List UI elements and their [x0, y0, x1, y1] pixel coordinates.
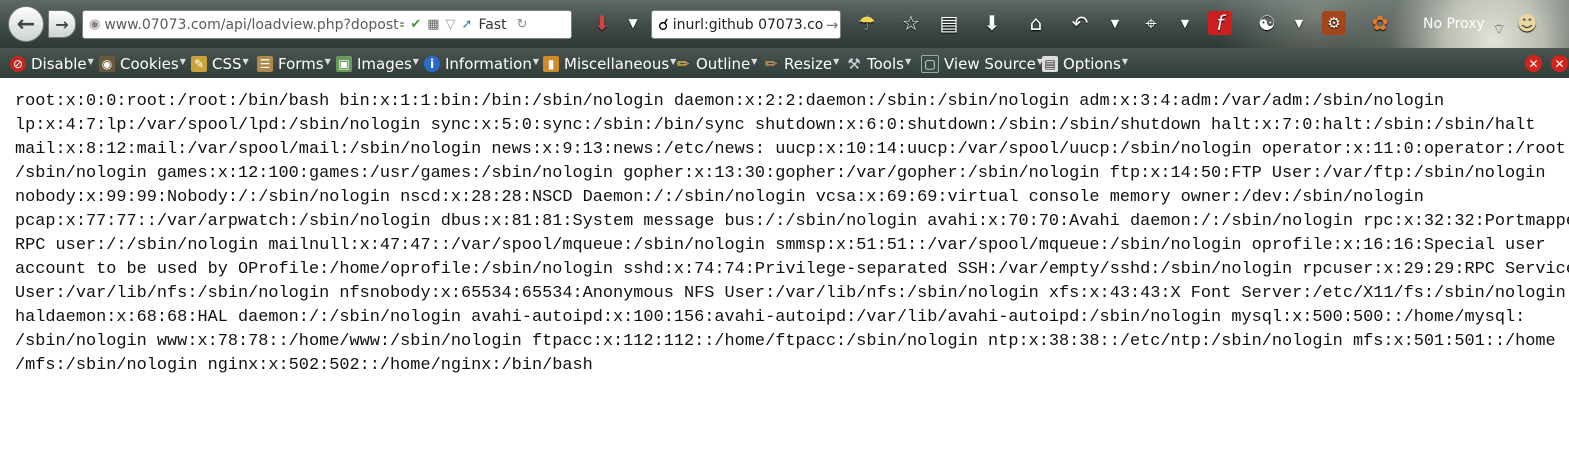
firebug-icon[interactable]: ✿	[1368, 11, 1392, 35]
devbar-information[interactable]: i Information ▼	[424, 54, 539, 74]
content-line: /sbin/nologin games:x:12:100:games:/usr/…	[15, 164, 1546, 183]
home-icon[interactable]: ⌂	[1024, 11, 1048, 35]
content-line: /mfs:/sbin/nologin nginx:x:502:502::/hom…	[15, 356, 593, 375]
fast-label[interactable]: Fast	[478, 17, 506, 33]
content-line: nobody:x:99:99:Nobody:/:/sbin/nologin ns…	[15, 188, 1424, 207]
content-line: /sbin/nologin www:x:78:78::/home/www:/sb…	[15, 332, 1556, 351]
content-line: haldaemon:x:68:68:HAL daemon:/:/sbin/nol…	[15, 308, 1526, 327]
download-icon[interactable]: ⬇	[980, 11, 1004, 35]
proxy-selector[interactable]: No Proxy	[1423, 16, 1485, 32]
devbar-label: CSS	[212, 55, 242, 73]
cookies-icon: ◉	[99, 56, 115, 72]
forward-arrow-icon: →	[55, 14, 69, 34]
content-line: lp:x:4:7:lp:/var/spool/lpd:/sbin/nologin…	[15, 116, 1536, 135]
bookmarks-list-icon[interactable]: ▤	[937, 11, 961, 35]
content-line: RPC user:/:/sbin/nologin mailnull:x:47:4…	[15, 236, 1546, 255]
devbar-outline[interactable]: ✏ Outline ▼	[675, 54, 758, 74]
dropdown-arrow-icon[interactable]: ▽	[446, 17, 456, 32]
fast-mode-icon[interactable]: ➚	[462, 17, 473, 32]
devbar-label: Outline	[696, 55, 751, 73]
devbar-cookies[interactable]: ◉ Cookies ▼	[99, 54, 186, 74]
devbar-forms[interactable]: ☰ Forms ▼	[257, 54, 331, 74]
images-icon: ▣	[336, 56, 352, 72]
css-icon: ✎	[191, 56, 207, 72]
devbar-images[interactable]: ▣ Images ▼	[336, 54, 419, 74]
globe-icon: ◉	[89, 17, 101, 32]
devbar-label: Resize	[784, 55, 833, 73]
resize-icon: ✏	[764, 55, 778, 73]
undo-icon[interactable]: ↶	[1068, 11, 1092, 35]
menu-dropdown-icon[interactable]: ▼	[621, 11, 645, 35]
devbar-label: Images	[357, 55, 412, 73]
flash-icon[interactable]: f	[1208, 11, 1232, 35]
back-button[interactable]: ←	[8, 6, 44, 42]
devbar-label: View Source	[944, 55, 1036, 73]
download-status-icon[interactable]: ⬇	[590, 11, 614, 35]
search-go-icon[interactable]: →	[826, 16, 839, 34]
back-arrow-icon: ←	[16, 11, 36, 37]
url-bar[interactable]: ◉ www.07073.com/api/loadview.php?dopost=…	[82, 10, 572, 39]
content-line: root:x:0:0:root:/root:/bin/bash bin:x:1:…	[15, 92, 1445, 111]
devbar-label: Cookies	[120, 55, 179, 73]
devbar-label: Forms	[278, 55, 324, 73]
view-source-icon: ▢	[921, 55, 939, 73]
devbar-view-source[interactable]: ▢ View Source ▼	[921, 54, 1043, 74]
miscellaneous-icon: ▮	[543, 56, 559, 72]
crop-icon[interactable]: ⌖	[1139, 11, 1163, 35]
crop-dropdown-icon[interactable]: ▼	[1173, 11, 1197, 35]
web-developer-toolbar: ⊘ Disable ▼ ◉ Cookies ▼ ✎ CSS ▼ ☰ Forms ▼ ▣ …	[0, 48, 1569, 78]
reload-icon[interactable]: ↻	[517, 17, 528, 32]
undo-dropdown-icon[interactable]: ▼	[1103, 11, 1127, 35]
content-line: User:/var/lib/nfs:/sbin/nologin nfsnobod…	[15, 284, 1566, 303]
outline-icon: ✏	[676, 55, 690, 73]
forward-button[interactable]: →	[48, 10, 76, 38]
url-text[interactable]: www.07073.com/api/loadview.php?dopost=	[104, 17, 404, 33]
devbar-label: Options	[1063, 55, 1121, 73]
devbar-label: Information	[445, 55, 532, 73]
search-input[interactable]: inurl:github 07073.com	[673, 17, 823, 33]
devbar-label: Tools	[867, 55, 904, 73]
user-avatar-icon[interactable]: ☻	[1515, 11, 1539, 35]
devbar-miscellaneous[interactable]: ▮ Miscellaneous ▼	[543, 54, 676, 74]
devbar-tools[interactable]: ⚒ Tools ▼	[846, 54, 911, 74]
page-content: root:x:0:0:root:/root:/bin/bash bin:x:1:…	[15, 90, 1569, 378]
addon-palette-icon[interactable]: ☂	[855, 11, 879, 35]
greasemonkey-icon[interactable]: ☯	[1255, 11, 1279, 35]
forms-icon: ☰	[257, 56, 273, 72]
devbar-resize[interactable]: ✏ Resize ▼	[763, 54, 840, 74]
devbar-disable[interactable]: ⊘ Disable ▼	[10, 54, 94, 74]
devbar-label: Disable	[31, 55, 87, 73]
disable-icon: ⊘	[10, 56, 26, 72]
devbar-options[interactable]: ▤ Options ▼	[1042, 54, 1128, 74]
devbar-css[interactable]: ✎ CSS ▼	[191, 54, 249, 74]
addon-gear-icon[interactable]: ⚙	[1322, 11, 1346, 35]
devbar-label: Miscellaneous	[564, 55, 670, 73]
qr-code-icon[interactable]: ▦	[427, 17, 439, 32]
shield-check-icon[interactable]: ✔	[410, 17, 421, 32]
content-line: mail:x:8:12:mail:/var/spool/mail:/sbin/n…	[15, 140, 1569, 159]
search-icon: ☌	[658, 15, 669, 34]
content-line: account to be used by OProfile:/home/opr…	[15, 260, 1569, 279]
tools-icon: ⚒	[847, 55, 861, 73]
options-icon: ▤	[1042, 56, 1058, 72]
information-icon: i	[424, 56, 440, 72]
navigation-toolbar: ← → ◉ www.07073.com/api/loadview.php?dop…	[0, 0, 1569, 48]
proxy-dropdown-icon[interactable]: ▽	[1487, 15, 1511, 39]
bookmark-star-icon[interactable]: ☆	[899, 11, 923, 35]
close-toolbar-icon[interactable]: ✕	[1525, 55, 1542, 72]
close-icon[interactable]: ✕	[1551, 55, 1568, 72]
search-bar[interactable]: ☌ inurl:github 07073.com →	[651, 10, 841, 39]
greasemonkey-dropdown-icon[interactable]: ▼	[1287, 11, 1311, 35]
content-line: pcap:x:77:77::/var/arpwatch:/sbin/nologi…	[15, 212, 1569, 231]
